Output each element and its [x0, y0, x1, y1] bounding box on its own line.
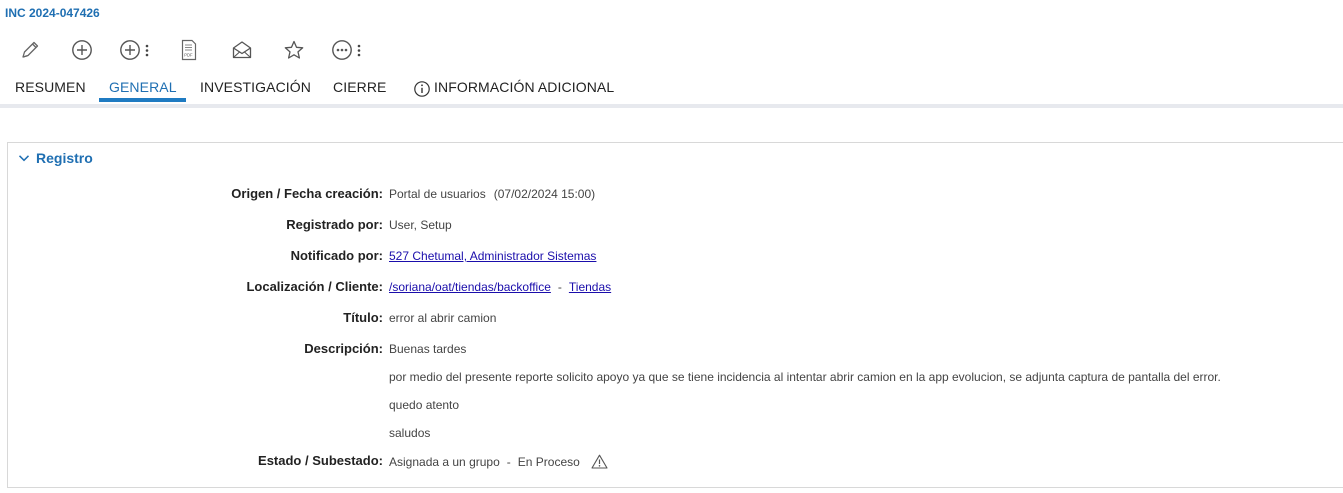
more-button[interactable] — [331, 36, 363, 64]
description-line: por medio del presente reporte solicito … — [389, 370, 1221, 384]
star-icon — [284, 40, 304, 59]
tab-bar: RESUMEN GENERAL INVESTIGACIÓN CIERRE INF… — [0, 76, 1343, 104]
edit-button[interactable] — [19, 36, 41, 64]
field-titulo: Título: error al abrir camion — [8, 310, 1338, 330]
description-row: quedo atento — [8, 397, 1338, 417]
description-line: Buenas tardes — [389, 342, 467, 356]
tab-investigacion[interactable]: INVESTIGACIÓN — [200, 76, 311, 104]
field-label: Localización / Cliente: — [246, 279, 383, 294]
field-label: Registrado por: — [286, 217, 383, 232]
origin-value: Portal de usuarios — [389, 187, 486, 201]
kebab-icon — [145, 44, 149, 57]
field-estado: Estado / Subestado: Asignada a un grupo -… — [8, 453, 1338, 473]
title-value: error al abrir camion — [389, 311, 497, 325]
description-row: saludos — [8, 425, 1338, 445]
info-icon — [414, 81, 430, 97]
chevron-down-icon — [18, 155, 30, 162]
tab-label: INFORMACIÓN ADICIONAL — [434, 79, 615, 95]
field-registrado: Registrado por: User, Setup — [8, 217, 1338, 237]
field-localizacion: Localización / Cliente: /soriana/oat/tie… — [8, 279, 1338, 299]
plus-circle-icon — [72, 40, 92, 60]
tab-informacion-adicional[interactable]: INFORMACIÓN ADICIONAL — [413, 76, 614, 104]
pencil-icon — [22, 41, 39, 58]
field-descripcion: Descripción: Buenas tardes — [8, 341, 1338, 361]
field-label: Descripción: — [304, 341, 383, 356]
substate-value: En Proceso — [517, 455, 580, 469]
field-origen: Origen / Fecha creación: Portal de usuar… — [8, 186, 1338, 206]
pdf-icon: PDF — [181, 39, 197, 61]
creation-date: (07/02/2024 15:00) — [493, 187, 596, 201]
tab-label: GENERAL — [109, 79, 177, 95]
tab-label: RESUMEN — [15, 79, 86, 95]
field-label: Estado / Subestado: — [258, 453, 383, 468]
description-line: saludos — [389, 426, 431, 440]
tabs-divider — [0, 104, 1343, 108]
field-label: Notificado por: — [290, 248, 383, 263]
pdf-button[interactable]: PDF — [180, 36, 198, 64]
registro-section-toggle[interactable]: Registro — [18, 150, 93, 166]
tab-cierre[interactable]: CIERRE — [333, 76, 387, 104]
toolbar: PDF — [0, 36, 400, 66]
registro-panel: Registro Origen / Fecha creación: Portal… — [7, 142, 1343, 488]
field-label: Título: — [343, 310, 383, 325]
envelope-open-icon — [232, 41, 252, 59]
svg-text:PDF: PDF — [184, 53, 193, 58]
email-button[interactable] — [231, 36, 253, 64]
separator: - — [506, 455, 511, 469]
plus-circle-icon — [120, 40, 140, 60]
ellipsis-circle-icon — [332, 40, 352, 60]
tab-label: INVESTIGACIÓN — [200, 79, 311, 95]
tab-label: CIERRE — [333, 79, 387, 95]
client-link[interactable]: Tiendas — [569, 280, 611, 294]
kebab-icon — [357, 44, 361, 57]
favorite-button[interactable] — [283, 36, 305, 64]
warning-icon — [591, 454, 608, 469]
active-tab-indicator — [99, 98, 186, 102]
section-title: Registro — [36, 150, 93, 166]
separator: - — [557, 280, 562, 294]
field-notificado: Notificado por: 527 Chetumal, Administra… — [8, 248, 1338, 268]
incident-id: INC 2024-047426 — [5, 6, 100, 20]
notified-by-link[interactable]: 527 Chetumal, Administrador Sistemas — [389, 249, 596, 263]
location-link[interactable]: /soriana/oat/tiendas/backoffice — [389, 280, 551, 294]
description-line: quedo atento — [389, 398, 460, 412]
tab-resumen[interactable]: RESUMEN — [15, 76, 86, 104]
field-label: Origen / Fecha creación: — [231, 186, 383, 201]
description-row: por medio del presente reporte solicito … — [8, 369, 1338, 389]
registered-by-value: User, Setup — [389, 218, 452, 232]
add-button[interactable] — [71, 36, 93, 64]
add-menu-button[interactable] — [119, 36, 151, 64]
state-value: Asignada a un grupo — [389, 455, 500, 469]
